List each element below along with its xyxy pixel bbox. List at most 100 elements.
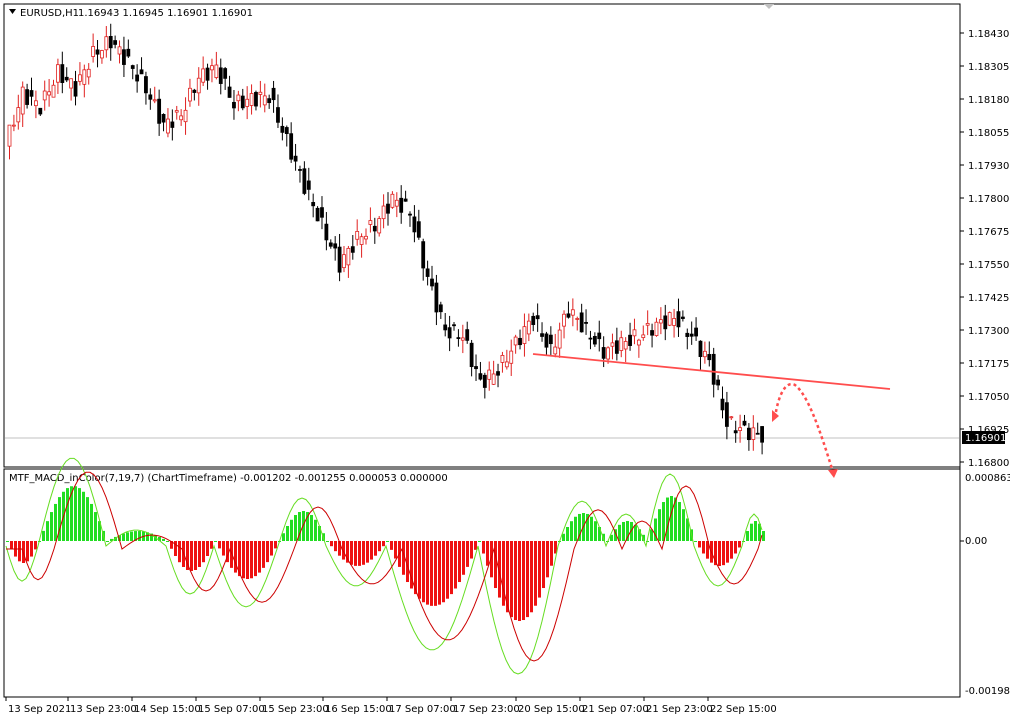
histogram-bar xyxy=(682,509,685,541)
candle-body xyxy=(689,333,694,337)
candle-body xyxy=(597,332,602,340)
main-chart-area[interactable] xyxy=(3,3,961,468)
histogram-bar xyxy=(510,541,513,618)
time-tick-label: 17 Sep 07:00 xyxy=(389,704,456,715)
candle-body xyxy=(434,282,439,313)
candle-body xyxy=(223,68,228,79)
candle-body xyxy=(694,327,698,337)
candle-body xyxy=(672,318,676,326)
candle-body xyxy=(108,36,113,49)
indicator-label: MTF_MACD_inColor(7,19,7) (ChartTimeframe… xyxy=(9,473,448,484)
histogram-bar xyxy=(210,541,213,549)
candle-body xyxy=(324,223,329,241)
candle-body xyxy=(733,430,738,434)
candle-body xyxy=(518,337,522,346)
price-tick-label: 1.18430 xyxy=(968,29,1009,40)
price-tick-label: 1.18180 xyxy=(968,95,1009,106)
candle-body xyxy=(636,339,641,346)
candle-body xyxy=(227,86,232,98)
candle-body xyxy=(245,98,250,107)
histogram-bar xyxy=(274,541,277,549)
candle-body xyxy=(412,216,417,233)
candle-body xyxy=(465,329,470,341)
candle-body xyxy=(716,379,720,386)
histogram-bar xyxy=(566,527,569,541)
histogram-bar xyxy=(546,541,549,578)
chart-window[interactable]: EURUSD,H1 1.16943 1.16945 1.16901 1.1690… xyxy=(0,0,1010,722)
candle-body xyxy=(570,309,575,316)
candle-body xyxy=(104,36,109,51)
candle-body xyxy=(355,231,360,240)
candle-body xyxy=(289,133,294,160)
histogram-bar xyxy=(34,541,37,550)
candle-body xyxy=(513,336,518,346)
histogram-bar xyxy=(438,541,441,605)
histogram-bar xyxy=(86,497,89,541)
candle-body xyxy=(306,180,311,190)
histogram-bar xyxy=(286,526,289,541)
candle-body xyxy=(474,366,478,370)
histogram-bar xyxy=(366,541,369,563)
histogram-bar xyxy=(422,541,425,603)
candle-body xyxy=(628,334,632,346)
indicator-area[interactable] xyxy=(3,468,961,698)
candle-body xyxy=(632,329,637,337)
time-tick-label: 21 Sep 07:00 xyxy=(582,704,649,715)
candle-body xyxy=(504,361,509,368)
histogram-bar xyxy=(354,541,357,566)
histogram-bar xyxy=(10,541,13,550)
histogram-bar xyxy=(678,502,681,541)
candle-body xyxy=(232,101,236,109)
histogram-bar xyxy=(474,541,477,550)
histogram-bar xyxy=(470,541,473,559)
candle-body xyxy=(408,213,412,216)
candle-body xyxy=(698,340,703,357)
candle-body xyxy=(425,268,430,277)
histogram-bar xyxy=(262,541,265,568)
candle-body xyxy=(280,125,285,133)
histogram-bar xyxy=(574,516,577,541)
price-tick-label: 1.17425 xyxy=(968,293,1009,304)
candle-body xyxy=(500,355,505,363)
histogram-bar xyxy=(718,541,721,566)
histogram-bar xyxy=(374,541,377,556)
indicator-level-max: 0.000863 xyxy=(965,473,1010,484)
candle-body xyxy=(575,318,580,320)
candle-body xyxy=(469,342,474,368)
histogram-bar xyxy=(122,533,125,541)
candle-body xyxy=(346,247,351,266)
candle-body xyxy=(16,107,21,123)
histogram-bar xyxy=(722,541,725,566)
candle-body xyxy=(526,320,531,335)
candle-body xyxy=(298,169,302,171)
histogram-bar xyxy=(50,512,53,541)
candle-body xyxy=(333,243,338,249)
candle-body xyxy=(751,427,756,440)
histogram-bar xyxy=(518,541,521,621)
candle-body xyxy=(82,69,87,85)
candle-body xyxy=(548,334,553,345)
candle-body xyxy=(430,278,434,287)
candle-body xyxy=(179,115,184,121)
histogram-bar xyxy=(418,541,421,599)
candle-body xyxy=(34,100,38,107)
histogram-bar xyxy=(382,541,385,547)
candle-body xyxy=(579,312,584,333)
candle-body xyxy=(60,64,65,83)
time-tick-label: 21 Sep 23:00 xyxy=(646,704,713,715)
time-tick-label: 13 Sep 23:00 xyxy=(70,704,137,715)
time-tick-label: 13 Sep 2021 xyxy=(8,704,71,715)
candle-body xyxy=(601,347,606,359)
candle-body xyxy=(135,74,140,82)
histogram-bar xyxy=(394,541,397,559)
candle-body xyxy=(676,311,681,328)
candle-body xyxy=(152,99,157,102)
time-tick-label: 17 Sep 23:00 xyxy=(453,704,520,715)
candle-body xyxy=(205,67,210,81)
histogram-bar xyxy=(434,541,437,606)
histogram-bar xyxy=(618,524,621,541)
candle-body xyxy=(210,65,214,71)
price-scale: 1.18430 1.18305 1.18180 1.18055 1.17930 1.178… xyxy=(960,29,1009,469)
candle-body xyxy=(610,342,615,347)
candle-body xyxy=(122,49,126,65)
